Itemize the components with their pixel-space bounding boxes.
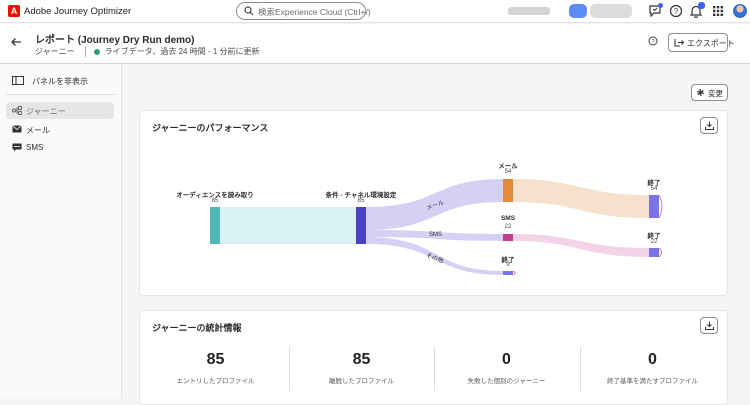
node-audience-value: 85 — [211, 198, 219, 204]
statistics-download-button[interactable] — [700, 317, 718, 334]
node-end-mail[interactable] — [649, 195, 659, 218]
node-end-sms-edge — [658, 247, 662, 258]
stat-label: 終了基準を満たすプロファイル — [607, 378, 698, 385]
hide-panel-button[interactable]: パネルを非表示 — [6, 73, 116, 88]
page-title: レポート (Journey Dry Run demo) — [35, 35, 195, 46]
stat-failed-journeys: 0 失敗した個別のジャーニー — [434, 351, 579, 385]
stat-exit-criteria-profiles: 0 終了基準を満たすプロファイル — [580, 351, 725, 385]
page-header: レポート (Journey Dry Run demo) ジャーニー ライブデータ、… — [0, 24, 750, 64]
sidebar-item-journey[interactable]: ジャーニー — [6, 102, 114, 119]
left-panel: パネルを非表示 ジャーニー メール SMS — [0, 65, 122, 397]
export-label: エクスポート — [687, 39, 735, 48]
journey-statistics-card: ジャーニーの統計情報 85 エントリしたプロファイル 85 離脱したプロファイル… — [139, 310, 728, 405]
stat-label: エントリしたプロファイル — [176, 378, 255, 385]
export-button[interactable]: エクスポート — [668, 33, 735, 52]
stat-exited-profiles: 85 離脱したプロファイル — [289, 351, 434, 385]
top-bar: A Adobe Journey Optimizer 検索Experience C… — [0, 0, 750, 23]
adobe-logo-icon[interactable]: A — [8, 5, 20, 17]
mail-icon — [12, 125, 22, 133]
node-sms-value: 22 — [504, 224, 512, 230]
node-sms-label: SMS — [500, 215, 516, 222]
node-end-other-edge — [512, 270, 516, 276]
journey-performance-card: ジャーニーのパフォーマンス オーディエンスを読み取り 85 条件 - チャネル環… — [139, 110, 728, 296]
change-label: 変更 — [708, 89, 723, 98]
page-subtitle: ジャーニー ライブデータ、過去 24 時間 - 1 分前に更新 — [35, 46, 260, 58]
sidebar-item-sms[interactable]: SMS — [6, 139, 114, 156]
app-name[interactable]: Adobe Journey Optimizer — [24, 6, 131, 17]
stat-value: 0 — [502, 351, 511, 368]
node-mail-value: 54 — [504, 169, 512, 175]
node-end-sms-value: 22 — [650, 239, 658, 245]
help-icon[interactable]: ? — [669, 4, 683, 18]
stat-value: 85 — [352, 351, 371, 368]
change-settings-button[interactable]: 変更 — [691, 84, 728, 101]
sidebar-item-label: SMS — [26, 143, 44, 152]
search-icon — [244, 6, 254, 16]
node-end-mail-value: 54 — [650, 186, 658, 192]
node-mail[interactable] — [503, 179, 513, 202]
stat-value: 0 — [648, 351, 657, 368]
app-switcher-grid-icon[interactable] — [711, 4, 725, 18]
node-audience[interactable] — [210, 207, 220, 244]
sandbox-tag[interactable] — [569, 4, 587, 18]
stat-value: 85 — [206, 351, 225, 368]
sidebar-divider — [6, 94, 116, 95]
node-sms[interactable] — [503, 234, 513, 241]
notification-badge — [698, 2, 705, 9]
flow-mail-end — [513, 179, 649, 218]
flow-sms-end — [513, 234, 649, 257]
stat-label: 失敗した個別のジャーニー — [467, 378, 546, 385]
statistics-title: ジャーニーの統計情報 — [152, 323, 242, 333]
sidebar-item-label: メール — [26, 126, 50, 135]
search-placeholder: 検索Experience Cloud (Ctrl+/) — [258, 7, 371, 17]
user-avatar[interactable] — [733, 4, 747, 18]
sidebar-item-label: ジャーニー — [26, 107, 66, 116]
live-status-text: ライブデータ、過去 24 時間 - 1 分前に更新 — [104, 47, 260, 56]
back-arrow-icon[interactable] — [10, 37, 22, 47]
stat-entered-profiles: 85 エントリしたプロファイル — [143, 351, 288, 385]
journey-icon — [12, 106, 22, 115]
org-name-redacted[interactable] — [508, 7, 550, 15]
sms-icon — [12, 143, 22, 152]
feedback-badge — [658, 3, 663, 8]
stat-label: 離脱したプロファイル — [329, 378, 394, 385]
node-condition[interactable] — [356, 207, 366, 244]
link-sms-label: SMS — [429, 232, 443, 238]
node-end-mail-edge — [658, 194, 663, 219]
export-icon — [674, 39, 684, 47]
search-input[interactable]: 検索Experience Cloud (Ctrl+/) — [236, 2, 371, 20]
hide-panel-label: パネルを非表示 — [32, 77, 88, 86]
node-end-other[interactable] — [503, 271, 513, 275]
node-condition-value: 85 — [357, 198, 365, 204]
sidebar-item-mail[interactable]: メール — [6, 121, 114, 138]
sandbox-name-redacted[interactable] — [590, 4, 632, 18]
node-end-sms[interactable] — [649, 248, 659, 257]
gear-icon — [697, 89, 704, 96]
flow-audience-condition — [220, 207, 356, 244]
node-end-other-value: 9 — [506, 262, 510, 268]
section-label: ジャーニー — [35, 47, 75, 56]
svg-text:?: ? — [674, 7, 679, 16]
info-help-icon[interactable]: ? — [648, 36, 658, 46]
live-status-dot — [93, 48, 100, 55]
panel-toggle-icon — [12, 76, 24, 85]
download-icon — [705, 321, 714, 330]
